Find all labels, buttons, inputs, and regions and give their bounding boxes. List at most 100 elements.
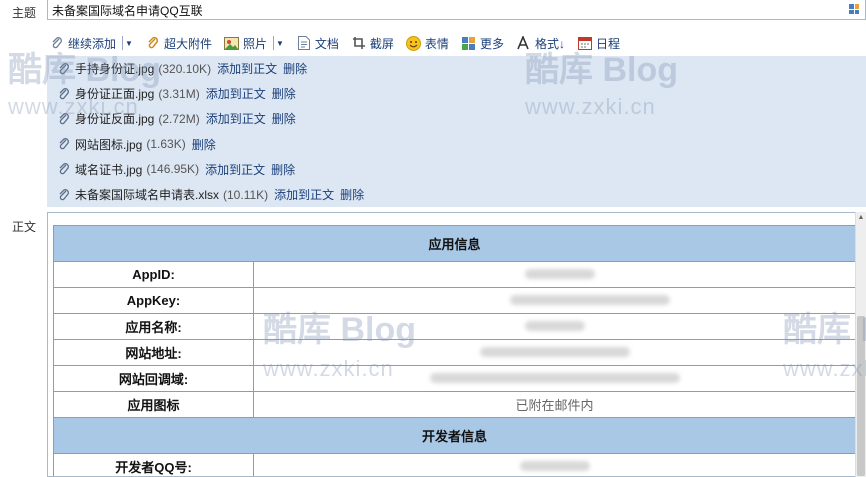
insert-to-body-link[interactable]: 添加到正文	[217, 60, 277, 77]
row-key: AppKey:	[53, 287, 254, 314]
photo-label: 照片	[242, 36, 267, 51]
attachment-item: 手持身份证.jpg (320.10K) 添加到正文 删除	[47, 56, 866, 81]
schedule-label: 日程	[595, 36, 620, 51]
emoji-button[interactable]: 表情	[404, 32, 453, 54]
table-row: 应用名称:	[53, 313, 856, 340]
row-key: 网站地址:	[53, 339, 254, 366]
row-key: 开发者QQ号:	[53, 453, 254, 476]
attachment-size: (1.63K)	[146, 137, 186, 152]
paperclip-icon	[59, 62, 69, 74]
body-editor[interactable]: 应用信息 AppID: AppKey: 应用名称: 网站地址: 网站回调域: 应…	[47, 212, 866, 477]
insert-to-body-link[interactable]: 添加到正文	[205, 161, 265, 178]
row-key: 网站回调域:	[53, 365, 254, 392]
row-key: 应用图标	[53, 391, 254, 418]
subject-grid-icon[interactable]	[849, 4, 859, 14]
continue-add-label: 继续添加	[68, 36, 117, 51]
schedule-button[interactable]: 日程	[575, 32, 624, 54]
grid-icon	[461, 35, 477, 51]
subject-label: 主题	[12, 6, 37, 20]
insert-to-body-link[interactable]: 添加到正文	[206, 85, 266, 102]
screenshot-button[interactable]: 截屏	[349, 32, 398, 54]
attachment-name: 网站图标.jpg	[75, 137, 143, 152]
super-attach-icon	[145, 35, 161, 51]
document-label: 文档	[314, 36, 339, 51]
attachment-size: (10.11K)	[223, 187, 269, 202]
delete-attachment-link[interactable]: 删除	[340, 186, 364, 203]
paperclip-icon	[59, 87, 69, 99]
redacted-value	[253, 313, 856, 340]
scroll-thumb[interactable]	[857, 316, 865, 476]
scissors-icon	[351, 35, 367, 51]
continue-add-button[interactable]: 继续添加	[47, 32, 120, 54]
format-button[interactable]: 格式↓	[514, 32, 569, 54]
attachment-size: (2.72M)	[158, 111, 200, 126]
scroll-up-arrow[interactable]: ▲	[856, 212, 866, 224]
section-title-app-info: 应用信息	[53, 225, 856, 262]
emoji-label: 表情	[424, 36, 449, 51]
redacted-value	[253, 453, 856, 476]
subject-value: 未备案国际域名申请QQ互联	[52, 4, 203, 18]
row-key: 应用名称:	[53, 313, 254, 340]
attachment-size: (3.31M)	[158, 86, 200, 101]
document-button[interactable]: 文档	[294, 32, 343, 54]
redacted-value	[253, 261, 856, 288]
paperclip-icon	[59, 188, 69, 200]
attachment-size: (146.95K)	[146, 162, 200, 177]
row-value: 已附在邮件内	[253, 391, 856, 418]
photo-dropdown[interactable]: ▼	[276, 39, 284, 48]
body-label: 正文	[12, 220, 37, 234]
table-row: 网站回调域:	[53, 365, 856, 392]
table-row: 网站地址:	[53, 339, 856, 366]
redacted-value	[253, 339, 856, 366]
attachment-item: 未备案国际域名申请表.xlsx (10.11K) 添加到正文 删除	[47, 182, 866, 207]
table-row: AppID:	[53, 261, 856, 288]
attachment-item: 域名证书.jpg (146.95K) 添加到正文 删除	[47, 157, 866, 182]
attachment-name: 手持身份证.jpg	[75, 62, 155, 77]
table-row: 开发者QQ号:	[53, 453, 856, 476]
delete-attachment-link[interactable]: 删除	[192, 136, 216, 153]
attachment-name: 身份证正面.jpg	[75, 87, 155, 102]
paperclip-icon	[59, 163, 69, 175]
toolbar-divider	[272, 36, 274, 50]
info-table: 应用信息 AppID: AppKey: 应用名称: 网站地址: 网站回调域: 应…	[53, 225, 856, 476]
attachment-item: 网站图标.jpg (1.63K) 删除	[47, 132, 866, 157]
font-format-icon	[516, 35, 532, 51]
row-key: AppID:	[53, 261, 254, 288]
paperclip-icon	[59, 138, 69, 150]
section-title-developer-info: 开发者信息	[53, 417, 856, 454]
subject-input[interactable]: 未备案国际域名申请QQ互联	[47, 0, 866, 20]
super-attach-button[interactable]: 超大附件	[143, 32, 216, 54]
smiley-icon	[406, 35, 422, 51]
document-icon	[296, 35, 312, 51]
format-label: 格式↓	[534, 36, 565, 51]
table-row: 应用图标 已附在邮件内	[53, 391, 856, 418]
attachment-name: 域名证书.jpg	[75, 162, 143, 177]
redacted-value	[253, 365, 856, 392]
attachment-size: (320.10K)	[158, 61, 212, 76]
delete-attachment-link[interactable]: 删除	[272, 110, 296, 127]
paperclip-icon	[59, 113, 69, 125]
delete-attachment-link[interactable]: 删除	[283, 60, 307, 77]
paperclip-icon	[49, 35, 65, 51]
delete-attachment-link[interactable]: 删除	[271, 161, 295, 178]
calendar-icon	[577, 35, 593, 51]
table-row: AppKey:	[53, 287, 856, 314]
delete-attachment-link[interactable]: 删除	[272, 85, 296, 102]
photo-button[interactable]: 照片	[222, 32, 271, 54]
screenshot-label: 截屏	[369, 36, 394, 51]
more-label: 更多	[479, 36, 504, 51]
redacted-value	[253, 287, 856, 314]
continue-add-dropdown[interactable]: ▼	[125, 39, 133, 48]
attachment-name: 身份证反面.jpg	[75, 112, 155, 127]
toolbar-divider	[122, 36, 124, 50]
more-button[interactable]: 更多	[459, 32, 508, 54]
attachment-list: 手持身份证.jpg (320.10K) 添加到正文 删除 身份证正面.jpg (…	[47, 56, 866, 207]
insert-to-body-link[interactable]: 添加到正文	[274, 186, 334, 203]
compose-toolbar: 继续添加 ▼ 超大附件 照片 ▼ 文档 截屏 表情 更多 格式↓ 日程	[47, 30, 866, 56]
editor-scrollbar[interactable]: ▲	[855, 212, 866, 477]
super-attach-label: 超大附件	[163, 36, 212, 51]
attachment-name: 未备案国际域名申请表.xlsx	[75, 188, 220, 203]
insert-to-body-link[interactable]: 添加到正文	[206, 110, 266, 127]
photo-icon	[224, 35, 240, 51]
attachment-item: 身份证反面.jpg (2.72M) 添加到正文 删除	[47, 106, 866, 131]
